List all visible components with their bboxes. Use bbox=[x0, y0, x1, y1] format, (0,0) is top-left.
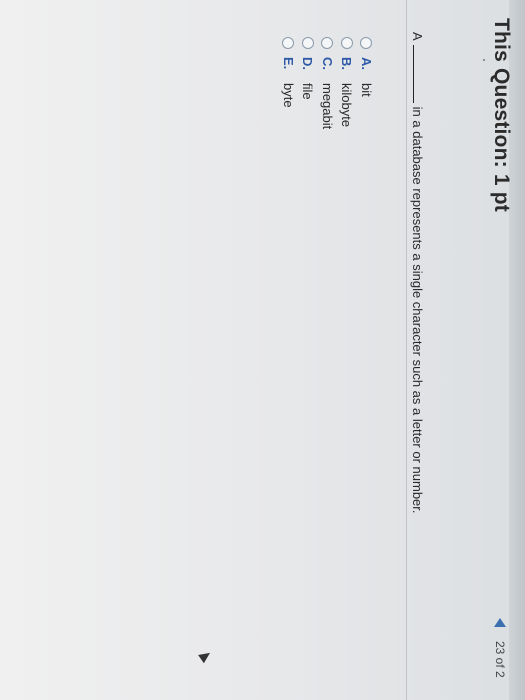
question-navigator: 23 of 2 bbox=[493, 618, 507, 678]
choice-label: file bbox=[300, 83, 316, 100]
choice-letter: C. bbox=[319, 57, 335, 70]
choice-label: bit bbox=[358, 83, 374, 97]
rotated-screen: This Question: 1 pt 23 of 2 Ain a databa… bbox=[0, 0, 525, 700]
question-prefix: A bbox=[410, 32, 425, 41]
question-header: This Question: 1 pt 23 of 2 bbox=[483, 0, 513, 700]
choice-a[interactable]: A. bit bbox=[357, 37, 377, 337]
choice-label: megabit bbox=[319, 83, 335, 130]
radio-button[interactable] bbox=[301, 37, 314, 49]
decorative-dot bbox=[483, 59, 485, 61]
question-text: Ain a database represents a single chara… bbox=[410, 32, 425, 692]
answer-blank bbox=[413, 44, 414, 103]
choice-label: kilobyte bbox=[339, 83, 355, 128]
choice-letter: A. bbox=[358, 57, 374, 70]
choice-letter: B. bbox=[339, 57, 355, 70]
radio-button[interactable] bbox=[340, 37, 353, 49]
choice-letter: D. bbox=[300, 57, 316, 70]
question-counter: 23 of 2 bbox=[493, 641, 507, 678]
radio-button[interactable] bbox=[321, 37, 334, 49]
divider bbox=[406, 0, 407, 700]
answer-choices: A. bit B. kilobyte C. megabit D. file E. bbox=[279, 37, 377, 337]
radio-button[interactable] bbox=[360, 37, 373, 49]
choice-letter: E. bbox=[280, 57, 296, 70]
choice-c[interactable]: C. megabit bbox=[318, 37, 338, 337]
choice-label: byte bbox=[280, 83, 296, 108]
choice-e[interactable]: E. byte bbox=[279, 37, 299, 337]
radio-button[interactable] bbox=[282, 37, 295, 49]
mouse-cursor-icon bbox=[198, 648, 213, 664]
question-points-title: This Question: 1 pt bbox=[490, 18, 513, 212]
question-body: in a database represents a single charac… bbox=[410, 106, 425, 514]
choice-d[interactable]: D. file bbox=[298, 37, 318, 337]
choice-b[interactable]: B. kilobyte bbox=[337, 37, 357, 337]
photo-frame: This Question: 1 pt 23 of 2 Ain a databa… bbox=[0, 0, 525, 700]
previous-arrow-icon[interactable] bbox=[494, 618, 506, 627]
